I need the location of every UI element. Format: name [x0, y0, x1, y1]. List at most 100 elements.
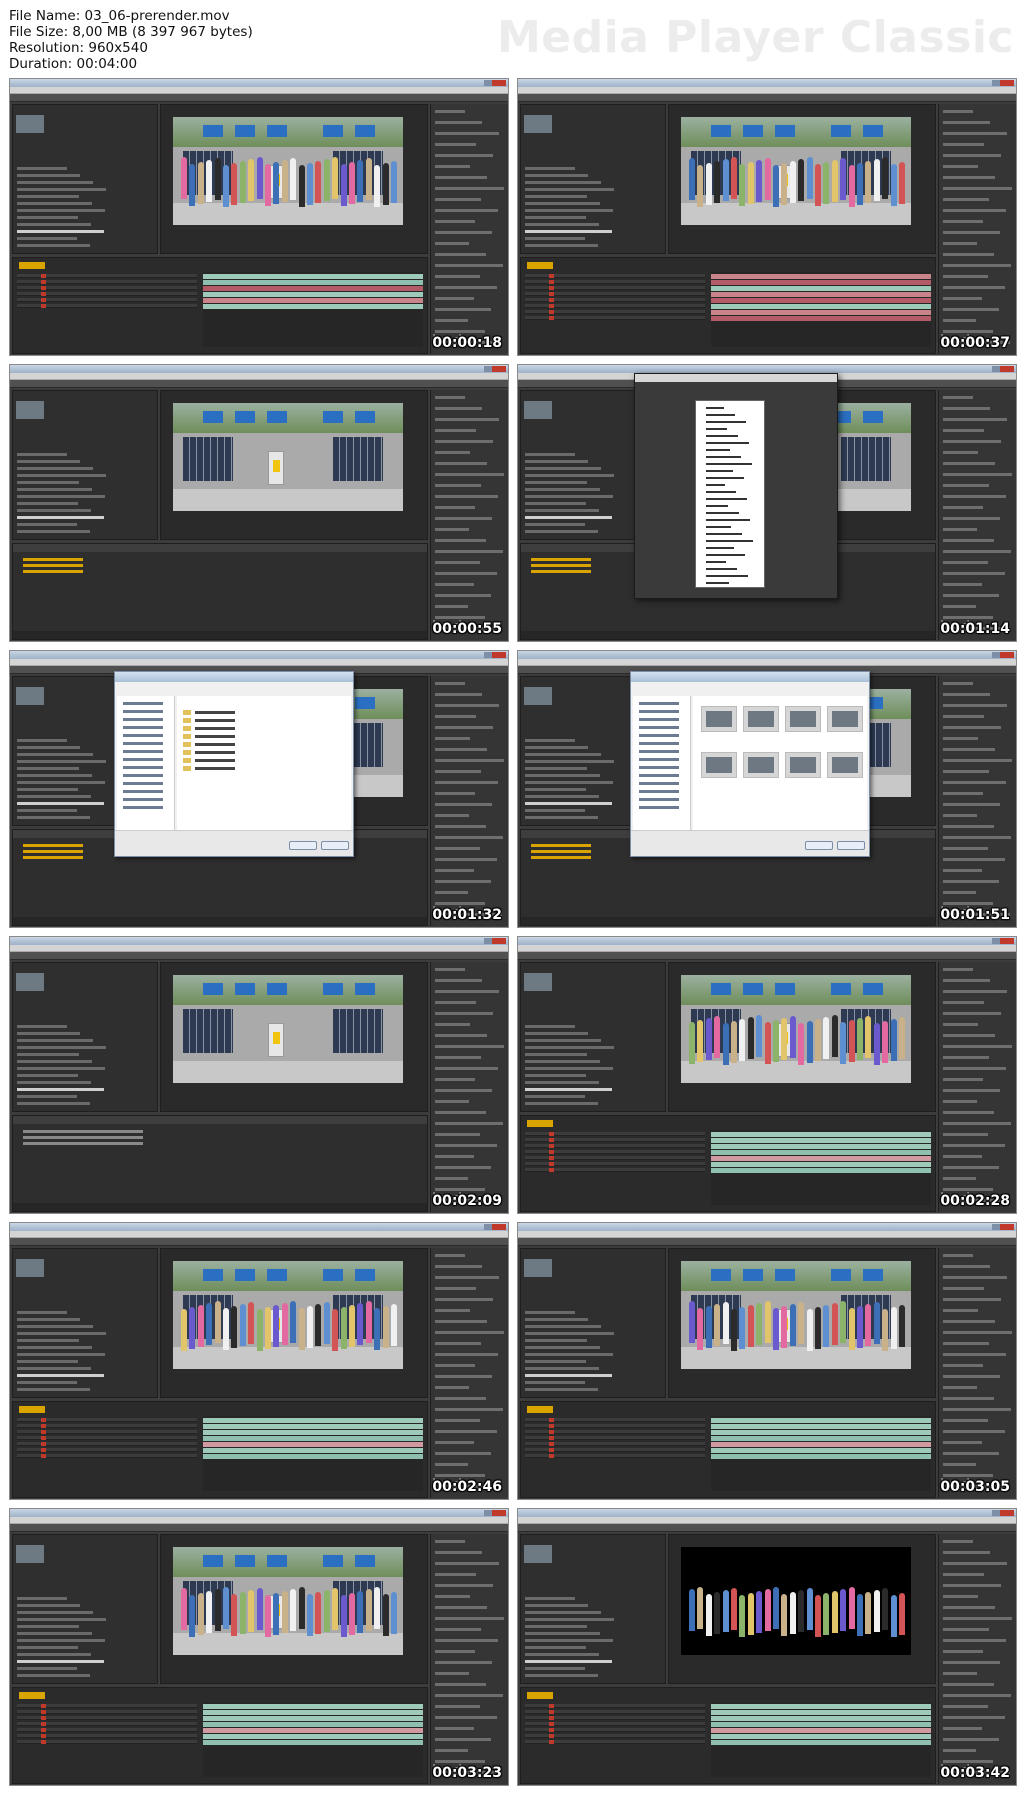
timeline-layer[interactable]	[525, 1138, 705, 1142]
project-item[interactable]	[525, 1360, 586, 1363]
project-item[interactable]	[525, 1632, 600, 1635]
timeline-layer[interactable]	[17, 286, 197, 290]
timeline-layer[interactable]	[525, 1430, 705, 1434]
project-item[interactable]	[525, 1053, 587, 1056]
project-item[interactable]	[525, 739, 575, 742]
layer-bar[interactable]	[711, 286, 931, 291]
timeline-layer[interactable]	[525, 1722, 705, 1726]
window-controls[interactable]	[484, 938, 506, 944]
tool-bar[interactable]	[10, 380, 508, 388]
timeline-layer[interactable]	[525, 1132, 705, 1136]
project-item[interactable]	[17, 509, 91, 512]
nav-item[interactable]	[639, 766, 679, 769]
composition-viewer[interactable]	[160, 1248, 428, 1398]
current-time-display[interactable]	[19, 1406, 45, 1413]
timeline-layer[interactable]	[17, 304, 197, 308]
folder-item[interactable]	[183, 726, 253, 731]
project-item[interactable]	[525, 244, 598, 247]
png-thumbnail[interactable]	[785, 752, 821, 778]
project-item[interactable]	[525, 788, 586, 791]
layer-bar[interactable]	[711, 1138, 931, 1143]
project-item[interactable]	[17, 481, 79, 484]
timeline-layer[interactable]	[17, 1716, 197, 1720]
cancel-button[interactable]	[321, 841, 349, 850]
layer-bar[interactable]	[711, 1454, 931, 1459]
tool-bar[interactable]	[518, 94, 1016, 102]
window-controls[interactable]	[992, 366, 1014, 372]
timeline-layer[interactable]	[525, 1454, 705, 1458]
format-dropdown[interactable]	[695, 400, 765, 588]
layer-bar[interactable]	[203, 298, 423, 303]
project-item[interactable]	[17, 1374, 104, 1377]
project-item[interactable]	[17, 1353, 105, 1356]
project-item[interactable]	[17, 795, 91, 798]
nav-item[interactable]	[123, 710, 163, 713]
format-option[interactable]	[706, 561, 726, 563]
timeline-panel[interactable]	[520, 1115, 936, 1212]
layer-bar[interactable]	[203, 280, 423, 285]
png-thumbnail[interactable]	[743, 752, 779, 778]
timeline-layer[interactable]	[17, 1722, 197, 1726]
project-item[interactable]	[525, 530, 598, 533]
project-item[interactable]	[525, 816, 598, 819]
project-item[interactable]	[525, 209, 613, 212]
nav-item[interactable]	[639, 758, 679, 761]
current-time-display[interactable]	[19, 262, 45, 269]
timeline-layer[interactable]	[525, 274, 705, 278]
project-item[interactable]	[525, 216, 586, 219]
project-item[interactable]	[525, 1618, 614, 1621]
render-item[interactable]	[23, 558, 83, 561]
project-item[interactable]	[525, 1060, 600, 1063]
layer-tracks[interactable]	[203, 1702, 423, 1777]
timeline-layer[interactable]	[525, 1442, 705, 1446]
project-item[interactable]	[17, 502, 78, 505]
project-item[interactable]	[17, 1367, 91, 1370]
project-item[interactable]	[17, 1639, 105, 1642]
project-item[interactable]	[17, 1625, 79, 1628]
composition-viewer[interactable]	[160, 962, 428, 1112]
project-item[interactable]	[17, 209, 105, 212]
project-item[interactable]	[525, 1339, 587, 1342]
format-option[interactable]	[706, 449, 730, 451]
nav-item[interactable]	[123, 798, 163, 801]
project-item[interactable]	[525, 1067, 613, 1070]
layer-tracks[interactable]	[711, 1416, 931, 1491]
project-panel[interactable]	[520, 962, 666, 1112]
timeline-layer[interactable]	[17, 1704, 197, 1708]
layer-bar[interactable]	[203, 1716, 423, 1721]
layer-bar[interactable]	[203, 1728, 423, 1733]
project-item[interactable]	[17, 1088, 104, 1091]
layer-bar[interactable]	[203, 1704, 423, 1709]
project-item[interactable]	[17, 1053, 79, 1056]
menu-bar[interactable]	[10, 373, 508, 380]
project-item[interactable]	[525, 1604, 588, 1607]
window-controls[interactable]	[992, 652, 1014, 658]
timeline-layer[interactable]	[525, 304, 705, 308]
nav-item[interactable]	[639, 798, 679, 801]
project-item[interactable]	[17, 1632, 92, 1635]
layer-bar[interactable]	[711, 1436, 931, 1441]
folder-item[interactable]	[183, 718, 253, 723]
folder-item[interactable]	[183, 758, 253, 763]
composition-viewer[interactable]	[668, 104, 936, 254]
timeline-layer[interactable]	[525, 1162, 705, 1166]
project-item[interactable]	[17, 530, 90, 533]
project-item[interactable]	[17, 495, 105, 498]
layer-bar[interactable]	[203, 1424, 423, 1429]
folder-item[interactable]	[183, 750, 253, 755]
layer-bar[interactable]	[711, 1734, 931, 1739]
project-item[interactable]	[17, 174, 80, 177]
project-item[interactable]	[525, 467, 601, 470]
project-item[interactable]	[17, 1674, 90, 1677]
composition-viewer[interactable]	[668, 962, 936, 1112]
project-panel[interactable]	[12, 1534, 158, 1684]
project-item[interactable]	[17, 802, 104, 805]
timeline-layer[interactable]	[17, 1418, 197, 1422]
layer-bar[interactable]	[711, 298, 931, 303]
png-thumbnail[interactable]	[743, 706, 779, 732]
format-option[interactable]	[706, 505, 728, 507]
project-item[interactable]	[525, 1667, 585, 1670]
project-panel[interactable]	[520, 1248, 666, 1398]
layer-bar[interactable]	[711, 1710, 931, 1715]
format-option[interactable]	[706, 512, 739, 514]
